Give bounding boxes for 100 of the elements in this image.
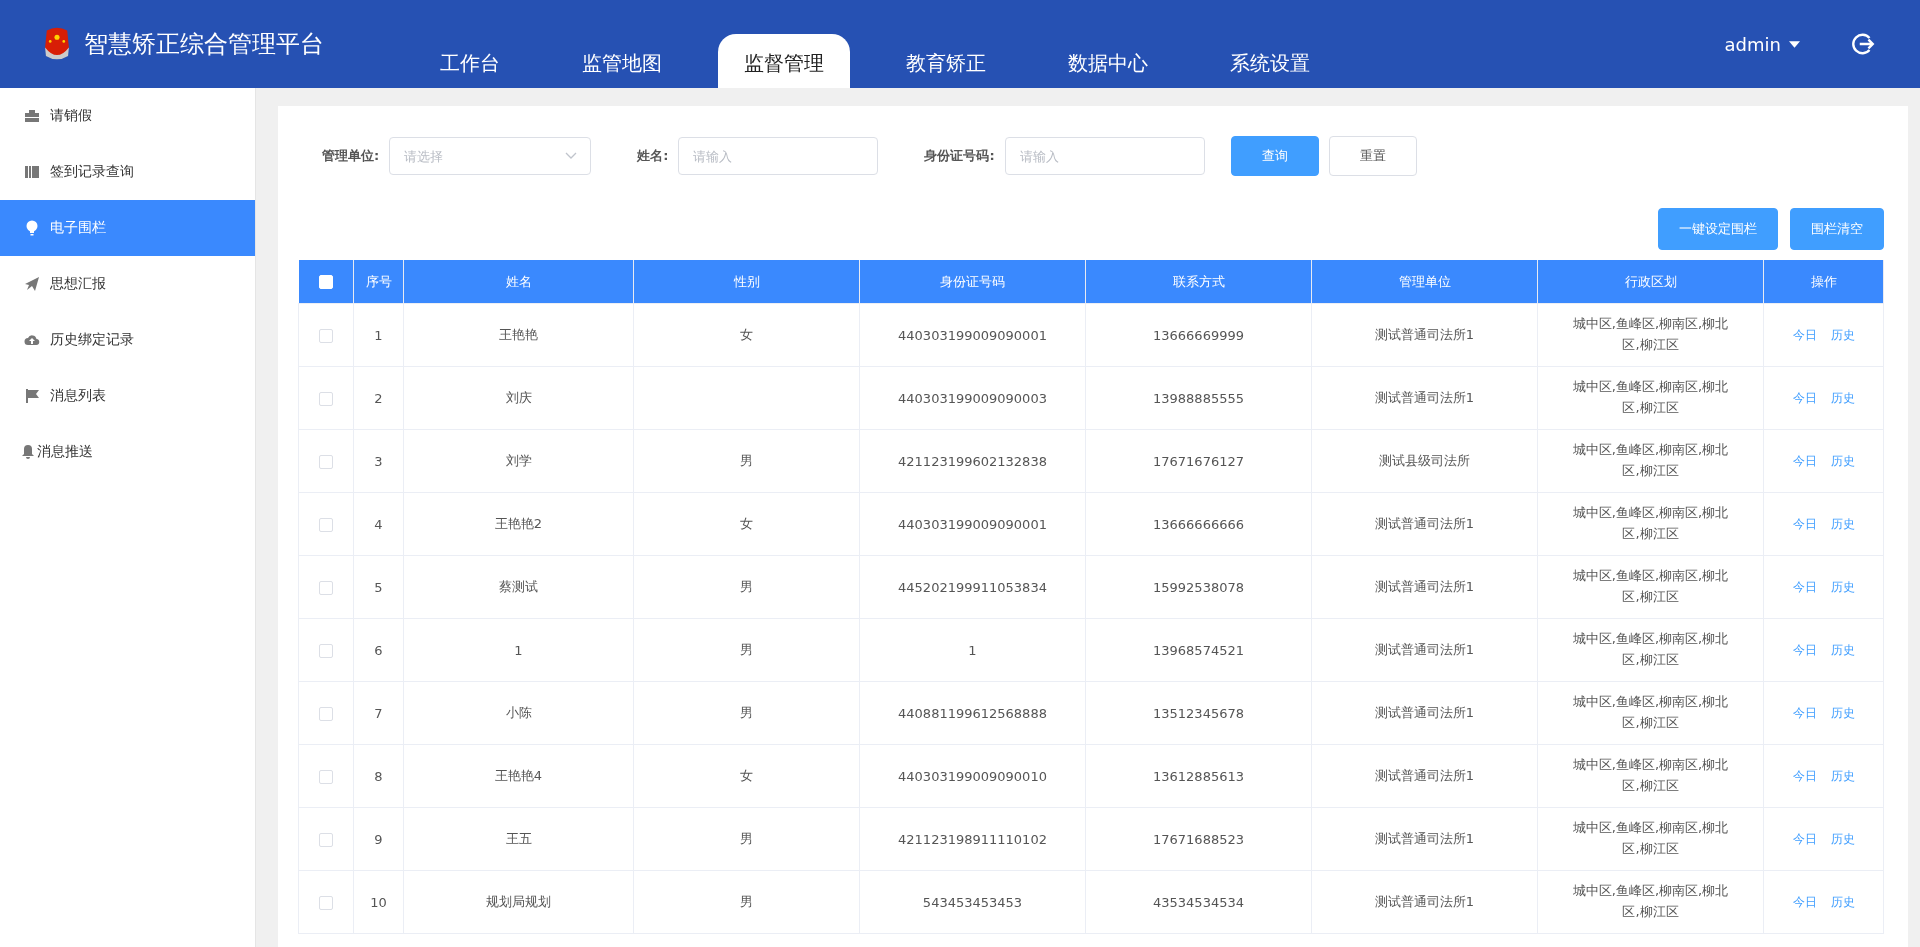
table-cell: 规划局规划 xyxy=(486,894,551,909)
sidebar-item[interactable]: 消息列表 xyxy=(0,368,255,424)
row-checkbox[interactable] xyxy=(319,643,333,658)
user-menu[interactable]: admin xyxy=(1724,33,1800,55)
row-checkbox[interactable] xyxy=(319,454,333,469)
table-cell: 1 xyxy=(374,327,383,343)
briefcase-icon xyxy=(24,108,40,124)
sidebar-item[interactable]: 历史绑定记录 xyxy=(0,312,255,368)
table-cell: 440303199009090001 xyxy=(898,516,1047,532)
row-checkbox[interactable] xyxy=(319,580,333,595)
select-field[interactable]: 请选择 xyxy=(389,137,592,175)
table-cell: 女 xyxy=(740,327,753,342)
column-header: 姓名 xyxy=(403,260,634,304)
nav-tab[interactable]: 工作台 xyxy=(414,34,526,88)
table-cell: 421123198911110102 xyxy=(898,831,1047,847)
today-link[interactable]: 今日 xyxy=(1792,767,1817,785)
paper-plane-icon xyxy=(24,276,40,292)
history-link[interactable]: 历史 xyxy=(1830,578,1855,596)
input-field[interactable]: 请输入 xyxy=(1004,137,1205,175)
sidebar-item[interactable]: 请销假 xyxy=(0,88,255,144)
table-cell-text: 城中区,鱼峰区,柳南区,柳北区,柳江区 xyxy=(1571,378,1730,417)
column-header: 管理单位 xyxy=(1311,260,1538,304)
row-checkbox[interactable] xyxy=(319,706,333,721)
history-link[interactable]: 历史 xyxy=(1830,515,1855,533)
table-cell: 4 xyxy=(374,516,383,532)
row-checkbox[interactable] xyxy=(319,391,333,406)
nav-tab[interactable]: 监管地图 xyxy=(556,34,688,88)
history-link[interactable]: 历史 xyxy=(1830,326,1855,344)
table-cell: 8 xyxy=(374,768,383,784)
table-cell: 440303199009090001 xyxy=(898,327,1047,343)
table-cell: 测试县级司法所 xyxy=(1379,453,1470,468)
history-link[interactable]: 历史 xyxy=(1830,389,1855,407)
cloud-upload-icon xyxy=(24,332,40,348)
history-link[interactable]: 历史 xyxy=(1830,830,1855,848)
today-link[interactable]: 今日 xyxy=(1792,452,1817,470)
table-cell: 刘学 xyxy=(505,453,532,468)
nav-tab[interactable]: 教育矫正 xyxy=(880,34,1012,88)
row-checkbox[interactable] xyxy=(319,517,333,532)
table-cell-text: 城中区,鱼峰区,柳南区,柳北区,柳江区 xyxy=(1571,441,1730,480)
app-title: 智慧矫正综合管理平台 xyxy=(84,29,324,60)
nav-tab[interactable]: 系统设置 xyxy=(1204,34,1336,88)
caret-icon xyxy=(1789,40,1800,48)
today-link[interactable]: 今日 xyxy=(1792,578,1817,596)
row-checkbox[interactable] xyxy=(319,769,333,784)
row-checkbox[interactable] xyxy=(319,328,333,343)
history-link[interactable]: 历史 xyxy=(1830,704,1855,722)
action-button[interactable]: 围栏清空 xyxy=(1790,208,1884,250)
table-cell: 440881199612568888 xyxy=(898,705,1047,721)
lightbulb-icon xyxy=(24,220,40,236)
table-cell: 13512345678 xyxy=(1153,705,1244,721)
sidebar-item[interactable]: 思想汇报 xyxy=(0,256,255,312)
column-header: 身份证号码 xyxy=(859,260,1086,304)
nav-tab[interactable]: 数据中心 xyxy=(1042,34,1174,88)
sidebar-item[interactable]: 签到记录查询 xyxy=(0,144,255,200)
table-cell: 测试普通司法所1 xyxy=(1374,831,1475,846)
reset-button[interactable]: 重置 xyxy=(1328,136,1417,176)
sidebar-item[interactable]: 消息推送 xyxy=(0,424,255,480)
today-link[interactable]: 今日 xyxy=(1792,830,1817,848)
table-cell-text: 城中区,鱼峰区,柳南区,柳北区,柳江区 xyxy=(1571,756,1730,795)
table-cell: 13988885555 xyxy=(1153,390,1244,406)
table-cell: 7 xyxy=(374,705,383,721)
table-cell: 15992538078 xyxy=(1153,579,1244,595)
row-checkbox[interactable] xyxy=(319,895,333,910)
today-link[interactable]: 今日 xyxy=(1792,389,1817,407)
table-cell: 440303199009090003 xyxy=(898,390,1047,406)
search-button[interactable]: 查询 xyxy=(1230,136,1319,176)
history-link[interactable]: 历史 xyxy=(1830,767,1855,785)
table-cell-text: 城中区,鱼峰区,柳南区,柳北区,柳江区 xyxy=(1571,819,1730,858)
column-header: 联系方式 xyxy=(1085,260,1312,304)
logout-icon[interactable] xyxy=(1850,31,1876,57)
history-link[interactable]: 历史 xyxy=(1830,641,1855,659)
row-checkbox[interactable] xyxy=(319,832,333,847)
today-link[interactable]: 今日 xyxy=(1792,893,1817,911)
table-cell: 421123199602132838 xyxy=(898,453,1047,469)
action-button[interactable]: 一键设定围栏 xyxy=(1658,208,1778,250)
nav-tab[interactable]: 监督管理 xyxy=(718,34,850,88)
history-link[interactable]: 历史 xyxy=(1830,452,1855,470)
table-cell: 王艳艳2 xyxy=(494,516,543,531)
table-cell: 刘庆 xyxy=(505,390,532,405)
today-link[interactable]: 今日 xyxy=(1792,704,1817,722)
table-cell: 男 xyxy=(740,642,753,657)
column-header: 行政区划 xyxy=(1537,260,1764,304)
table-cell-text: 城中区,鱼峰区,柳南区,柳北区,柳江区 xyxy=(1571,504,1730,543)
today-link[interactable]: 今日 xyxy=(1792,326,1817,344)
books-icon xyxy=(24,164,40,180)
table-cell-text: 城中区,鱼峰区,柳南区,柳北区,柳江区 xyxy=(1571,567,1730,606)
flag-icon xyxy=(24,388,40,404)
table-cell: 1 xyxy=(968,642,977,658)
select-all-checkbox[interactable] xyxy=(318,275,333,290)
table-cell: 小陈 xyxy=(505,705,532,720)
sidebar-item[interactable]: 电子围栏 xyxy=(0,200,255,256)
today-link[interactable]: 今日 xyxy=(1792,515,1817,533)
table-cell: 男 xyxy=(740,705,753,720)
today-link[interactable]: 今日 xyxy=(1792,641,1817,659)
table-cell: 445202199911053834 xyxy=(898,579,1047,595)
table-cell: 测试普通司法所1 xyxy=(1374,768,1475,783)
filter-label: 姓名: xyxy=(636,147,669,165)
history-link[interactable]: 历史 xyxy=(1830,893,1855,911)
table-cell: 测试普通司法所1 xyxy=(1374,642,1475,657)
input-field[interactable]: 请输入 xyxy=(678,137,879,175)
